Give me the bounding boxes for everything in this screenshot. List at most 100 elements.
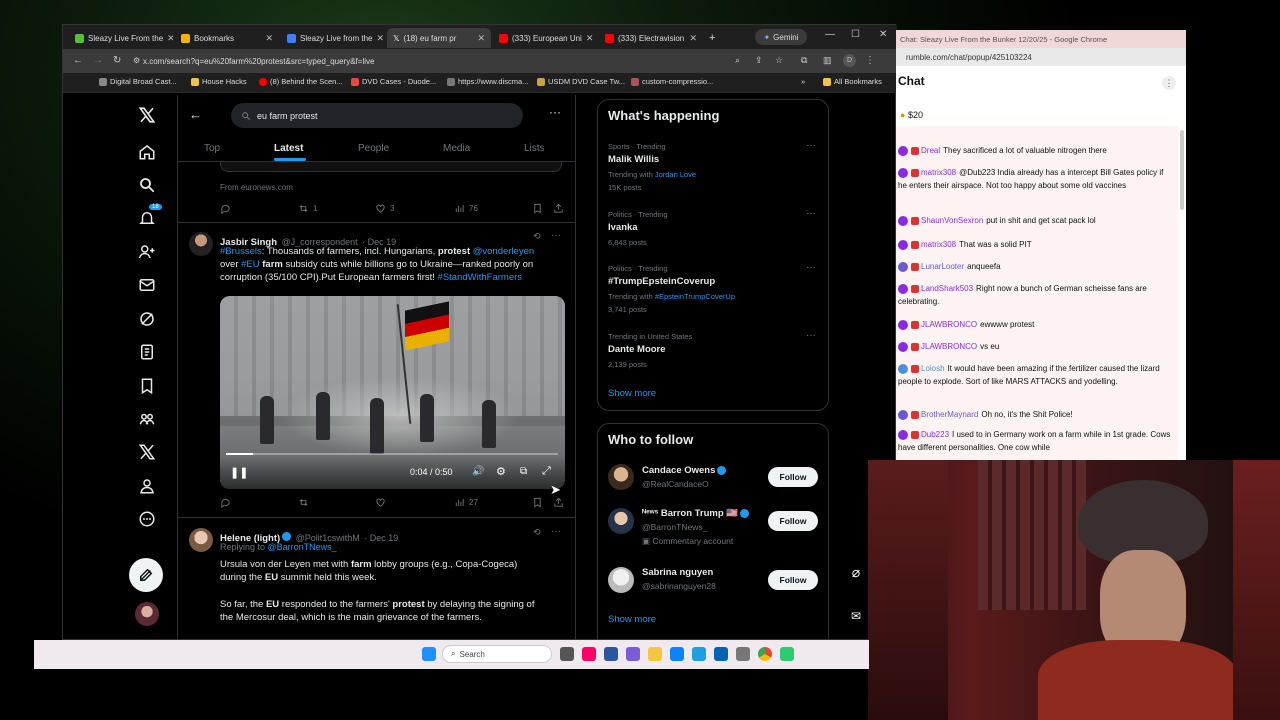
follow-button[interactable]: Follow <box>768 467 818 487</box>
chat-username[interactable]: LunarLooter <box>921 262 964 271</box>
follow-button[interactable]: Follow <box>768 511 818 531</box>
trend-more-icon[interactable]: ··· <box>806 140 816 151</box>
settings-icon[interactable]: ⚙ <box>496 465 506 478</box>
repost-button[interactable] <box>298 497 309 508</box>
chat-avatar[interactable] <box>898 363 908 374</box>
close-window-button[interactable]: ✕ <box>879 29 887 40</box>
new-tab-button[interactable]: + <box>703 28 717 48</box>
browser-tab-4[interactable]: 𝕏 (18) eu farm pr ✕ <box>387 28 491 48</box>
show-more-link[interactable]: Show more <box>608 614 656 625</box>
grok-icon[interactable]: ⟲ <box>533 231 541 242</box>
lists-icon[interactable] <box>137 342 157 362</box>
browser-tab-6[interactable]: (333) Electravision ✕ <box>599 28 703 48</box>
search-icon[interactable] <box>137 175 157 195</box>
chat-avatar[interactable] <box>898 429 908 440</box>
chat-avatar[interactable] <box>898 341 908 352</box>
chat-url[interactable]: rumble.com/chat/popup/425103224 <box>896 48 1186 66</box>
chat-username[interactable]: BrotherMaynard <box>921 410 978 419</box>
close-icon[interactable]: ✕ <box>265 33 273 44</box>
browser-tab-5[interactable]: (333) European Uni ✕ <box>493 28 597 48</box>
bookmark-item[interactable]: USDM DVD Case Tw... <box>537 77 625 86</box>
avatar[interactable] <box>189 232 213 256</box>
bookmark-button[interactable] <box>532 497 543 508</box>
avatar[interactable] <box>189 528 213 552</box>
account-name[interactable]: ᴺᵉʷˢ Barron Trump 🇺🇸 <box>642 508 750 519</box>
chat-avatar[interactable] <box>898 145 908 156</box>
avatar[interactable] <box>608 567 634 593</box>
windows-start-icon[interactable] <box>422 647 436 661</box>
menu-icon[interactable]: ⋮ <box>865 55 875 66</box>
close-icon[interactable]: ✕ <box>586 33 594 44</box>
gemini-button[interactable]: ✦ Gemini <box>755 29 807 45</box>
all-bookmarks[interactable]: All Bookmarks <box>823 77 882 86</box>
bookmarks-overflow-icon[interactable]: » <box>801 77 805 86</box>
reply-button[interactable] <box>220 497 231 508</box>
chat-avatar[interactable] <box>898 167 908 178</box>
tweet-more-icon[interactable]: ··· <box>551 230 561 241</box>
home-icon[interactable] <box>137 142 157 162</box>
grok-icon[interactable]: ⟲ <box>533 527 541 538</box>
video-progress-bar[interactable] <box>226 453 558 455</box>
pip-icon[interactable]: ⧉ <box>520 466 527 477</box>
trend-more-icon[interactable]: ··· <box>806 330 816 341</box>
bookmark-item[interactable]: DVD Cases - Duode... <box>351 77 436 86</box>
trend-more-icon[interactable]: ··· <box>806 262 816 273</box>
site-info-icon[interactable]: ⚙ <box>133 56 140 65</box>
back-arrow-icon[interactable]: ← <box>189 107 202 122</box>
app-icon[interactable] <box>736 647 750 661</box>
fullscreen-icon[interactable]: ⤢ <box>542 465 551 478</box>
grok-icon[interactable] <box>137 309 157 329</box>
search-input[interactable]: eu farm protest <box>231 103 523 128</box>
search-more-icon[interactable]: ··· <box>549 105 561 119</box>
chat-username[interactable]: JLAWBRONCO <box>921 342 977 351</box>
messages-icon[interactable]: ✉ <box>844 604 868 628</box>
communities-icon[interactable] <box>137 409 157 429</box>
bookmark-item[interactable]: House Hacks <box>191 77 247 86</box>
views-button[interactable]: 27 <box>454 497 478 508</box>
trend-name[interactable]: #TrumpEpsteinCoverup <box>608 276 715 287</box>
avatar[interactable] <box>608 464 634 490</box>
follow-people-icon[interactable] <box>137 242 157 262</box>
share-button[interactable] <box>553 497 564 508</box>
chat-username[interactable]: JLAWBRONCO <box>921 320 977 329</box>
chat-username[interactable]: ShaunVonSexron <box>921 216 983 225</box>
close-icon[interactable]: ✕ <box>689 33 697 44</box>
account-name[interactable]: Sabrina nguyen <box>642 567 713 578</box>
tip-badge[interactable]: ● $20 <box>900 110 923 120</box>
profile-icon[interactable] <box>137 476 157 496</box>
trend-name[interactable]: Malik Willis <box>608 154 659 165</box>
chat-avatar[interactable] <box>898 215 908 226</box>
app-icon[interactable] <box>780 647 794 661</box>
app-icon[interactable] <box>582 647 596 661</box>
tab-people[interactable]: People <box>358 143 389 154</box>
views-button[interactable]: 76 <box>454 203 478 214</box>
chat-avatar[interactable] <box>898 319 908 330</box>
back-icon[interactable]: ← <box>73 55 83 66</box>
like-button[interactable]: 3 <box>375 203 394 214</box>
bookmark-item[interactable]: (8) Behind the Scen... <box>259 77 343 86</box>
app-icon[interactable] <box>670 647 684 661</box>
close-icon[interactable]: ✕ <box>477 33 485 44</box>
tweet-date[interactable]: · Dec 19 <box>364 533 398 543</box>
taskbar-search[interactable]: ⌕ Search <box>442 645 552 663</box>
bookmark-item[interactable]: https://www.discma... <box>447 77 528 86</box>
compose-post-button[interactable] <box>129 558 163 592</box>
more-icon[interactable] <box>137 509 157 529</box>
chat-avatar[interactable] <box>898 239 908 250</box>
grok-icon[interactable]: ⌀ <box>844 560 868 584</box>
browser-tab-1[interactable]: Sleazy Live From the ✕ <box>69 28 173 48</box>
tab-top[interactable]: Top <box>204 143 220 154</box>
tab-lists[interactable]: Lists <box>524 143 545 154</box>
chrome-icon[interactable] <box>758 647 772 661</box>
follow-button[interactable]: Follow <box>768 570 818 590</box>
maximize-button[interactable]: ☐ <box>851 29 860 40</box>
bookmark-item[interactable]: Digital Broad Cast... <box>99 77 177 86</box>
zoom-icon[interactable]: ⌕ <box>735 55 740 66</box>
bookmark-button[interactable] <box>532 203 543 214</box>
pause-icon[interactable]: ❚❚ <box>230 466 248 479</box>
chat-username[interactable]: LandShark503 <box>921 284 973 293</box>
app-icon[interactable] <box>604 647 618 661</box>
tab-media[interactable]: Media <box>443 143 470 154</box>
account-avatar[interactable] <box>135 602 159 626</box>
minimize-button[interactable]: — <box>825 29 835 40</box>
